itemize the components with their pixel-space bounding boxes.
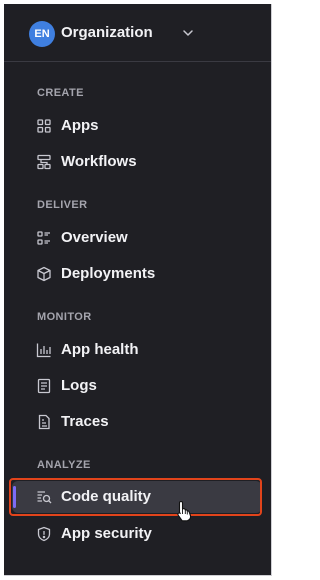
section-heading-monitor: MONITOR xyxy=(37,311,92,323)
bar-chart-icon xyxy=(36,342,52,358)
sidebar-item-label: Logs xyxy=(61,377,97,394)
code-quality-search-icon xyxy=(36,489,52,505)
sidebar-item-label: Overview xyxy=(61,229,128,246)
logs-document-icon xyxy=(36,378,52,394)
sidebar-panel: EN Organization CREATE Apps Workflows DE… xyxy=(4,4,272,576)
avatar: EN xyxy=(29,21,55,47)
organization-name: Organization xyxy=(61,24,153,41)
traces-document-icon xyxy=(36,414,52,430)
section-heading-analyze: ANALYZE xyxy=(37,459,91,471)
sidebar-item-app-security[interactable]: App security xyxy=(12,518,262,550)
active-indicator xyxy=(13,486,16,508)
hand-pointer-cursor-icon xyxy=(175,500,193,522)
sidebar-item-label: Traces xyxy=(61,413,109,430)
organization-switcher[interactable]: EN Organization xyxy=(4,4,271,62)
workflows-icon xyxy=(36,154,52,170)
sidebar-item-label: Workflows xyxy=(61,153,137,170)
section-heading-deliver: DELIVER xyxy=(37,199,88,211)
sidebar-item-deployments[interactable]: Deployments xyxy=(12,258,262,290)
sidebar-item-app-health[interactable]: App health xyxy=(12,334,262,366)
sidebar-item-label: Deployments xyxy=(61,265,156,282)
deployments-cube-icon xyxy=(36,266,52,282)
sidebar-item-logs[interactable]: Logs xyxy=(12,370,262,402)
sidebar-item-overview[interactable]: Overview xyxy=(12,222,262,254)
sidebar-item-label: Apps xyxy=(61,117,99,134)
sidebar-item-label: App security xyxy=(61,525,152,542)
sidebar-item-code-quality[interactable]: Code quality xyxy=(12,481,262,513)
apps-grid-icon xyxy=(36,118,52,134)
sidebar-item-label: App health xyxy=(61,341,139,358)
sidebar-item-traces[interactable]: Traces xyxy=(12,406,262,438)
sidebar-item-apps[interactable]: Apps xyxy=(12,110,262,142)
shield-alert-icon xyxy=(36,526,52,542)
chevron-down-icon[interactable] xyxy=(181,26,195,40)
section-heading-create: CREATE xyxy=(37,87,84,99)
sidebar-item-label: Code quality xyxy=(61,488,152,505)
overview-icon xyxy=(36,230,52,246)
sidebar-item-workflows[interactable]: Workflows xyxy=(12,146,262,178)
